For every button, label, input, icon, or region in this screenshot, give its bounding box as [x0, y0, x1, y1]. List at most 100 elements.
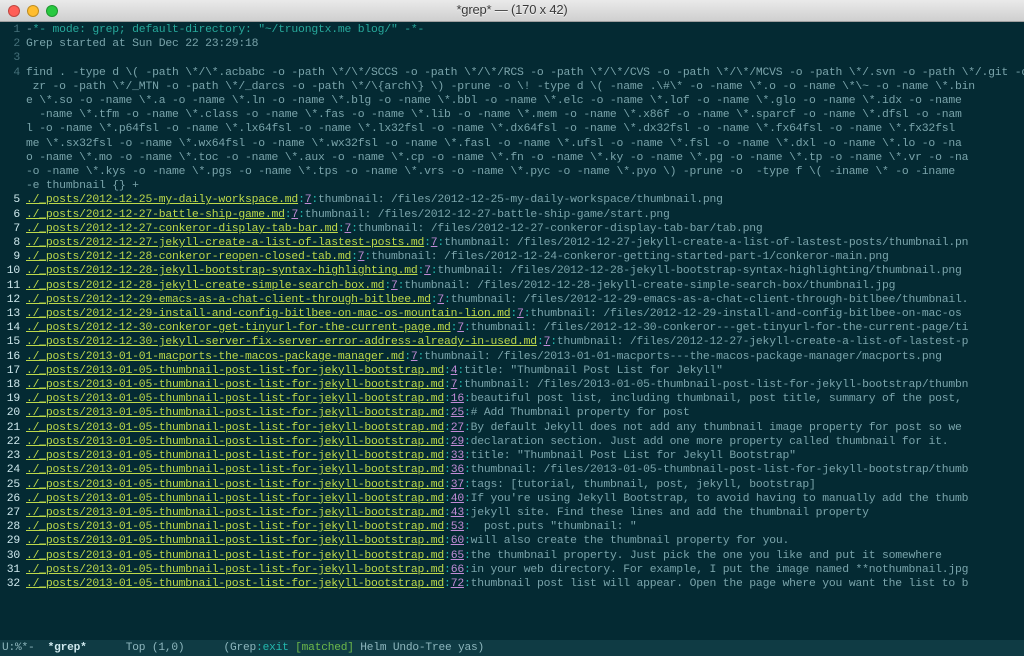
titlebar: *grep* — (170 x 42): [0, 0, 1024, 22]
line-number: 7: [13, 223, 20, 235]
match-filename[interactable]: ./_posts/2012-12-27-jekyll-create-a-list…: [26, 237, 424, 249]
match-linenum[interactable]: 7: [517, 308, 524, 320]
text-line: -o -name \*.kys -o -name \*.pgs -o -name…: [26, 165, 1024, 179]
modeline-rest: Helm Undo-Tree yas): [354, 640, 484, 656]
match-linenum[interactable]: 7: [424, 265, 431, 277]
match-filename[interactable]: ./_posts/2013-01-05-thumbnail-post-list-…: [26, 521, 444, 533]
grep-hit[interactable]: ./_posts/2012-12-30-jekyll-server-fix-se…: [26, 335, 1024, 349]
grep-hit[interactable]: ./_posts/2012-12-27-conkeror-display-tab…: [26, 222, 1024, 236]
match-filename[interactable]: ./_posts/2013-01-05-thumbnail-post-list-…: [26, 365, 444, 377]
match-linenum[interactable]: 60: [451, 535, 464, 547]
line-number: 28: [7, 521, 20, 533]
line-number: 3: [13, 52, 20, 64]
grep-hit[interactable]: ./_posts/2012-12-30-conkeror-get-tinyurl…: [26, 321, 1024, 335]
match-filename[interactable]: ./_posts/2013-01-05-thumbnail-post-list-…: [26, 450, 444, 462]
grep-hit[interactable]: ./_posts/2013-01-01-macports-the-macos-p…: [26, 350, 1024, 364]
grep-hit[interactable]: ./_posts/2013-01-05-thumbnail-post-list-…: [26, 492, 1024, 506]
match-filename[interactable]: ./_posts/2012-12-28-jekyll-bootstrap-syn…: [26, 265, 418, 277]
grep-hit[interactable]: ./_posts/2013-01-05-thumbnail-post-list-…: [26, 449, 1024, 463]
match-filename[interactable]: ./_posts/2012-12-25-my-daily-workspace.m…: [26, 194, 298, 206]
match-linenum[interactable]: 36: [451, 464, 464, 476]
match-linenum[interactable]: 37: [451, 479, 464, 491]
grep-hit[interactable]: ./_posts/2013-01-05-thumbnail-post-list-…: [26, 421, 1024, 435]
grep-hit[interactable]: ./_posts/2013-01-05-thumbnail-post-list-…: [26, 563, 1024, 577]
match-linenum[interactable]: 33: [451, 450, 464, 462]
grep-hit[interactable]: ./_posts/2012-12-29-install-and-config-b…: [26, 307, 1024, 321]
match-filename[interactable]: ./_posts/2013-01-05-thumbnail-post-list-…: [26, 407, 444, 419]
grep-hit[interactable]: ./_posts/2012-12-28-jekyll-bootstrap-syn…: [26, 264, 1024, 278]
match-filename[interactable]: ./_posts/2013-01-05-thumbnail-post-list-…: [26, 422, 444, 434]
grep-hit[interactable]: ./_posts/2013-01-05-thumbnail-post-list-…: [26, 478, 1024, 492]
grep-hit[interactable]: ./_posts/2013-01-05-thumbnail-post-list-…: [26, 364, 1024, 378]
match-linenum[interactable]: 7: [411, 351, 418, 363]
match-filename[interactable]: ./_posts/2013-01-05-thumbnail-post-list-…: [26, 564, 444, 576]
match-filename[interactable]: ./_posts/2013-01-05-thumbnail-post-list-…: [26, 507, 444, 519]
grep-hit[interactable]: ./_posts/2013-01-05-thumbnail-post-list-…: [26, 577, 1024, 591]
match-filename[interactable]: ./_posts/2012-12-28-jekyll-create-simple…: [26, 280, 384, 292]
grep-hit[interactable]: ./_posts/2013-01-05-thumbnail-post-list-…: [26, 406, 1024, 420]
match-filename[interactable]: ./_posts/2012-12-28-conkeror-reopen-clos…: [26, 251, 351, 263]
match-filename[interactable]: ./_posts/2013-01-05-thumbnail-post-list-…: [26, 379, 444, 391]
match-filename[interactable]: ./_posts/2012-12-30-conkeror-get-tinyurl…: [26, 322, 451, 334]
text-line: e \*.so -o -name \*.a -o -name \*.ln -o …: [26, 94, 1024, 108]
match-linenum[interactable]: 66: [451, 564, 464, 576]
line-number: 11: [7, 280, 20, 292]
match-filename[interactable]: ./_posts/2013-01-05-thumbnail-post-list-…: [26, 436, 444, 448]
match-filename[interactable]: ./_posts/2013-01-05-thumbnail-post-list-…: [26, 578, 444, 590]
match-filename[interactable]: ./_posts/2012-12-27-battle-ship-game.md: [26, 209, 285, 221]
match-filename[interactable]: ./_posts/2013-01-05-thumbnail-post-list-…: [26, 393, 444, 405]
match-filename[interactable]: ./_posts/2012-12-27-conkeror-display-tab…: [26, 223, 338, 235]
match-filename[interactable]: ./_posts/2012-12-29-install-and-config-b…: [26, 308, 510, 320]
match-linenum[interactable]: 65: [451, 550, 464, 562]
match-linenum[interactable]: 29: [451, 436, 464, 448]
buffer-content[interactable]: 1-*- mode: grep; default-directory: "~/t…: [0, 22, 1024, 640]
match-filename[interactable]: ./_posts/2013-01-05-thumbnail-post-list-…: [26, 479, 444, 491]
line-number: 9: [13, 251, 20, 263]
grep-hit[interactable]: ./_posts/2013-01-05-thumbnail-post-list-…: [26, 378, 1024, 392]
grep-hit[interactable]: ./_posts/2013-01-05-thumbnail-post-list-…: [26, 549, 1024, 563]
grep-hit[interactable]: ./_posts/2013-01-05-thumbnail-post-list-…: [26, 392, 1024, 406]
match-linenum[interactable]: 40: [451, 493, 464, 505]
grep-hit[interactable]: ./_posts/2013-01-05-thumbnail-post-list-…: [26, 463, 1024, 477]
grep-hit[interactable]: ./_posts/2013-01-05-thumbnail-post-list-…: [26, 534, 1024, 548]
match-filename[interactable]: ./_posts/2013-01-05-thumbnail-post-list-…: [26, 464, 444, 476]
line-number: 10: [7, 265, 20, 277]
match-linenum[interactable]: 53: [451, 521, 464, 533]
grep-hit[interactable]: ./_posts/2012-12-28-conkeror-reopen-clos…: [26, 250, 1024, 264]
grep-hit[interactable]: ./_posts/2012-12-27-battle-ship-game.md:…: [26, 208, 1024, 222]
grep-hit[interactable]: ./_posts/2012-12-27-jekyll-create-a-list…: [26, 236, 1024, 250]
grep-hit[interactable]: ./_posts/2012-12-25-my-daily-workspace.m…: [26, 193, 1024, 207]
line-number: 30: [7, 550, 20, 562]
text-line: me \*.sx32fsl -o -name \*.wx64fsl -o -na…: [26, 137, 1024, 151]
grep-hit[interactable]: ./_posts/2012-12-29-emacs-as-a-chat-clie…: [26, 293, 1024, 307]
match-filename[interactable]: ./_posts/2012-12-29-emacs-as-a-chat-clie…: [26, 294, 431, 306]
match-linenum[interactable]: 27: [451, 422, 464, 434]
line-number: 1: [13, 24, 20, 36]
grep-hit[interactable]: ./_posts/2013-01-05-thumbnail-post-list-…: [26, 506, 1024, 520]
line-number: 19: [7, 393, 20, 405]
match-linenum[interactable]: 25: [451, 407, 464, 419]
match-linenum[interactable]: 43: [451, 507, 464, 519]
editor[interactable]: 1-*- mode: grep; default-directory: "~/t…: [0, 22, 1024, 656]
grep-hit[interactable]: ./_posts/2012-12-28-jekyll-create-simple…: [26, 279, 1024, 293]
grep-hit[interactable]: ./_posts/2013-01-05-thumbnail-post-list-…: [26, 520, 1024, 534]
match-linenum[interactable]: 7: [391, 280, 398, 292]
line-number: 18: [7, 379, 20, 391]
line-number: 20: [7, 407, 20, 419]
line-number: 22: [7, 436, 20, 448]
window-title: *grep* — (170 x 42): [0, 3, 1024, 17]
match-linenum[interactable]: 16: [451, 393, 464, 405]
match-filename[interactable]: ./_posts/2013-01-05-thumbnail-post-list-…: [26, 493, 444, 505]
text-line: zr -o -path \*/_MTN -o -path \*/_darcs -…: [26, 80, 1024, 94]
match-filename[interactable]: ./_posts/2013-01-01-macports-the-macos-p…: [26, 351, 404, 363]
line-number: 16: [7, 351, 20, 363]
line-number: 6: [13, 209, 20, 221]
line-number: 17: [7, 365, 20, 377]
line-number: 25: [7, 479, 20, 491]
match-filename[interactable]: ./_posts/2012-12-30-jekyll-server-fix-se…: [26, 336, 537, 348]
grep-hit[interactable]: ./_posts/2013-01-05-thumbnail-post-list-…: [26, 435, 1024, 449]
match-linenum[interactable]: 72: [451, 578, 464, 590]
match-linenum[interactable]: 7: [457, 322, 464, 334]
match-filename[interactable]: ./_posts/2013-01-05-thumbnail-post-list-…: [26, 550, 444, 562]
match-filename[interactable]: ./_posts/2013-01-05-thumbnail-post-list-…: [26, 535, 444, 547]
